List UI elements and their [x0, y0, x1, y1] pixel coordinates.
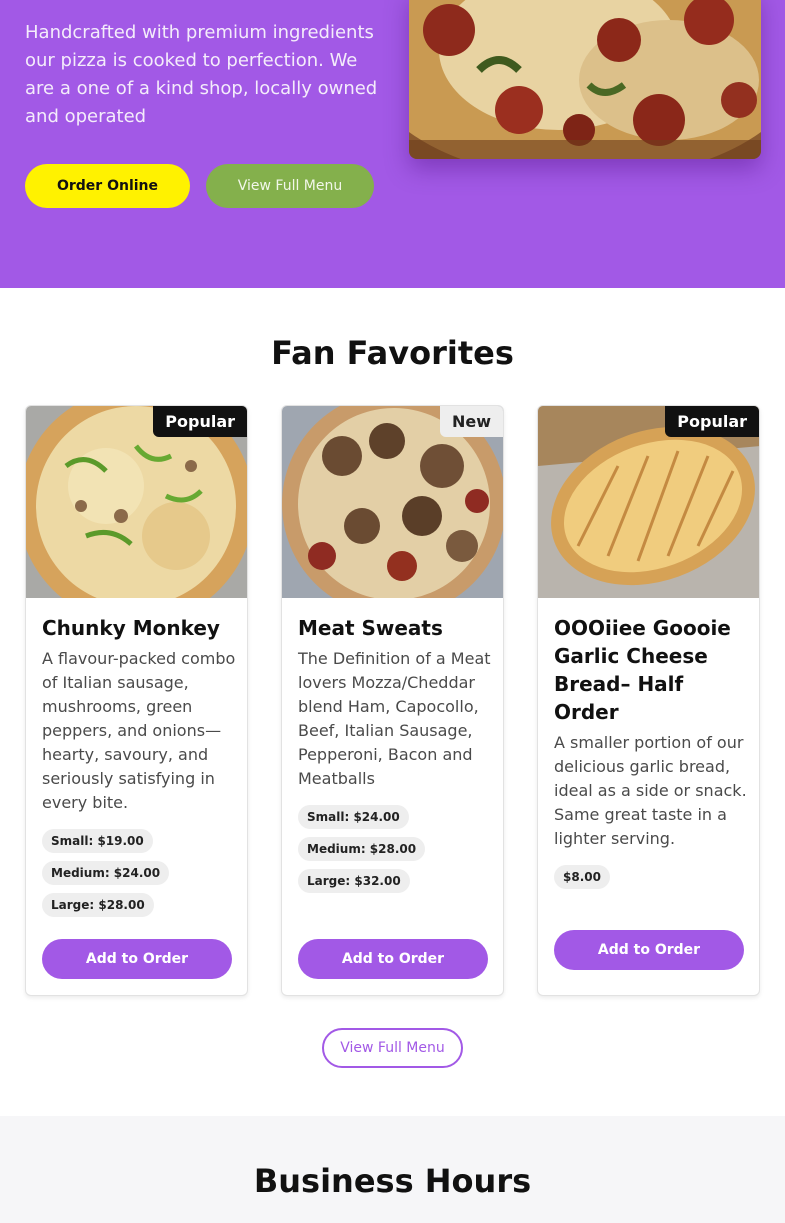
card-title: Meat Sweats: [298, 616, 443, 640]
card-description: A flavour-packed combo of Italian sausag…: [42, 649, 236, 812]
price-tag: Large: $32.00: [298, 869, 410, 893]
business-hours-title: Business Hours: [253, 1162, 532, 1200]
price-tag: Medium: $28.00: [298, 837, 426, 861]
price-tag: Small: $24.00: [298, 805, 409, 829]
card-description: A smaller portion of our delicious garli…: [554, 733, 747, 848]
price-tag: $8.00: [554, 865, 610, 889]
add-to-order-button[interactable]: Add to Order: [298, 939, 488, 979]
business-hours-section: Business Hours: [0, 1116, 785, 1223]
card-description: The Definition of a Meat lovers Mozza/Ch…: [298, 649, 491, 788]
price-list: Small: $19.00 Medium: $24.00 Large: $28.…: [42, 829, 237, 917]
order-online-button[interactable]: Order Online: [25, 164, 190, 208]
add-to-order-button[interactable]: Add to Order: [42, 939, 232, 979]
price-tag: Large: $28.00: [42, 893, 154, 917]
menu-card-meat-sweats: New Meat Sweats The Definition of a Meat…: [281, 405, 504, 996]
menu-card-chunky-monkey: Popular Chunky Monkey A flavour-packed c…: [25, 405, 248, 996]
hero-pizza-image: [409, 0, 761, 159]
price-tag: Small: $19.00: [42, 829, 153, 853]
card-title: Chunky Monkey: [42, 616, 220, 640]
add-to-order-button[interactable]: Add to Order: [554, 930, 744, 970]
price-list: $8.00: [554, 865, 749, 889]
card-badge: Popular: [665, 406, 759, 437]
menu-card-garlic-bread: Popular OOOiiee Goooie Garlic Cheese Bre…: [537, 405, 760, 996]
fan-favorites-title: Fan Favorites: [271, 334, 514, 372]
hero-tagline: Handcrafted with premium ingredients our…: [25, 22, 378, 127]
hero-section: Handcrafted with premium ingredients our…: [0, 0, 785, 288]
card-badge: New: [439, 406, 503, 437]
price-tag: Medium: $24.00: [42, 861, 170, 885]
price-list: Small: $24.00 Medium: $28.00 Large: $32.…: [298, 805, 493, 893]
view-full-menu-link[interactable]: View Full Menu: [322, 1028, 463, 1068]
view-full-menu-button[interactable]: View Full Menu: [206, 164, 374, 208]
card-badge: Popular: [153, 406, 247, 437]
card-title: OOOiiee Goooie Garlic Cheese Bread– Half…: [554, 616, 731, 724]
